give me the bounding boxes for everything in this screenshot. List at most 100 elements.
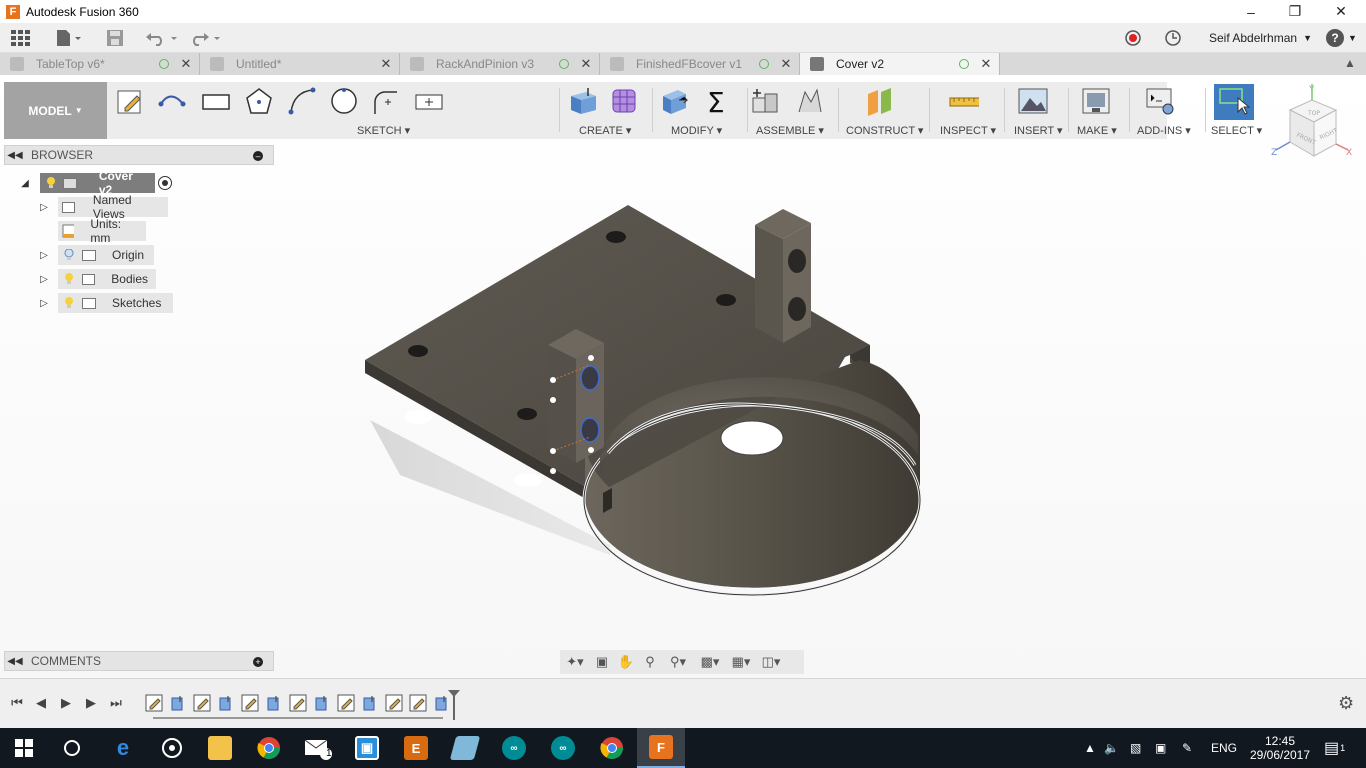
inspect-menu[interactable]: INSPECT ▾ bbox=[940, 124, 996, 137]
scripts-addins-icon[interactable] bbox=[1145, 86, 1175, 116]
visibility-bulb-off-icon[interactable] bbox=[64, 249, 74, 261]
timeline-extrude-icon[interactable] bbox=[169, 694, 187, 712]
look-at-icon[interactable]: ▣ bbox=[590, 652, 614, 672]
collapse-panel-icon[interactable]: ◀◀ bbox=[5, 150, 25, 161]
addins-menu[interactable]: ADD-INS ▾ bbox=[1137, 124, 1191, 137]
minimize-button[interactable]: – bbox=[1228, 0, 1274, 23]
expand-sketches-icon[interactable]: ▷ bbox=[38, 297, 50, 309]
step-forward-icon[interactable]: ▶ bbox=[82, 694, 100, 712]
close-window-button[interactable]: ✕ bbox=[1318, 0, 1364, 23]
pan-hand-icon[interactable]: ✋ bbox=[614, 652, 638, 672]
timeline-sketch-icon[interactable] bbox=[145, 694, 163, 712]
new-component-icon[interactable] bbox=[751, 86, 781, 116]
form-tool-icon[interactable] bbox=[610, 86, 640, 116]
expand-origin-icon[interactable]: ▷ bbox=[38, 249, 50, 261]
visibility-bulb-icon[interactable] bbox=[64, 297, 74, 309]
rectangle-tool-icon[interactable] bbox=[201, 86, 231, 116]
browser-item-bodies[interactable]: Bodies bbox=[58, 269, 156, 289]
restore-button[interactable]: ❐ bbox=[1272, 0, 1318, 23]
create-menu[interactable]: CREATE ▾ bbox=[579, 124, 631, 137]
action-center-icon[interactable]: ▤ 1 bbox=[1324, 728, 1345, 768]
timeline-sketch-icon[interactable] bbox=[385, 694, 403, 712]
display-settings-icon[interactable]: ▩▾ bbox=[694, 652, 726, 672]
expand-named-views-icon[interactable]: ▷ bbox=[38, 201, 50, 213]
network-icon[interactable]: ▣ bbox=[1155, 728, 1166, 768]
polygon-tool-icon[interactable] bbox=[244, 86, 274, 116]
timeline-sketch-icon[interactable] bbox=[337, 694, 355, 712]
edge-browser-icon[interactable]: e bbox=[99, 728, 147, 768]
browser-item-named-views[interactable]: Named Views bbox=[58, 193, 168, 221]
collapse-tabs-chevron-icon[interactable]: ▲ bbox=[1344, 56, 1356, 70]
construct-menu[interactable]: CONSTRUCT ▾ bbox=[846, 124, 923, 137]
modify-menu[interactable]: MODIFY ▾ bbox=[671, 124, 722, 137]
comments-header[interactable]: ◀◀ COMMENTS + bbox=[4, 651, 274, 671]
model-viewport[interactable] bbox=[0, 75, 1366, 678]
select-menu[interactable]: SELECT ▾ bbox=[1211, 124, 1262, 137]
record-icon[interactable] bbox=[1124, 27, 1142, 49]
browser-root-node[interactable]: Cover v2 bbox=[40, 169, 155, 197]
browser-item-origin[interactable]: Origin bbox=[58, 245, 154, 265]
expand-bodies-icon[interactable]: ▷ bbox=[38, 273, 50, 285]
power-icon[interactable]: ▧ bbox=[1130, 728, 1141, 768]
timeline-sketch-icon[interactable] bbox=[409, 694, 427, 712]
fillet-tool-icon[interactable] bbox=[371, 86, 401, 116]
close-tab-icon[interactable]: ✕ bbox=[379, 56, 393, 72]
unity-app-icon[interactable] bbox=[148, 728, 196, 768]
select-tool-button[interactable] bbox=[1214, 84, 1254, 120]
zoom-icon[interactable]: ⚲ bbox=[638, 652, 662, 672]
measure-icon[interactable] bbox=[949, 86, 979, 116]
close-tab-icon[interactable]: ✕ bbox=[979, 56, 993, 72]
add-comment-icon[interactable]: + bbox=[253, 657, 263, 667]
timeline-settings-gear-icon[interactable]: ⚙ bbox=[1338, 693, 1354, 714]
sketch-menu[interactable]: SKETCH ▾ bbox=[357, 124, 410, 137]
visibility-bulb-icon[interactable] bbox=[64, 273, 74, 285]
design-canvas[interactable] bbox=[0, 75, 1366, 678]
notes-app-icon[interactable] bbox=[441, 728, 489, 768]
timeline-extrude-icon[interactable] bbox=[217, 694, 235, 712]
timeline-sketch-icon[interactable] bbox=[193, 694, 211, 712]
expand-root-icon[interactable]: ◢ bbox=[19, 177, 31, 189]
chrome-icon[interactable] bbox=[245, 728, 293, 768]
file-menu-icon[interactable] bbox=[55, 27, 83, 49]
language-indicator[interactable]: ENG bbox=[1211, 728, 1237, 768]
grid-settings-icon[interactable]: ▦▾ bbox=[726, 652, 756, 672]
tab-finishedfbcover[interactable]: FinishedFBcover v1 ✕ bbox=[600, 53, 800, 75]
step-back-icon[interactable]: ◀ bbox=[32, 694, 50, 712]
undo-icon[interactable] bbox=[145, 27, 181, 49]
timeline-extrude-icon[interactable] bbox=[265, 694, 283, 712]
help-menu[interactable]: ? ▼ bbox=[1326, 27, 1357, 49]
rear-bracket-pillar[interactable] bbox=[755, 209, 811, 343]
redo-icon[interactable] bbox=[190, 27, 226, 49]
volume-icon[interactable]: 🔈 bbox=[1104, 728, 1119, 768]
chrome-icon-2[interactable] bbox=[588, 728, 636, 768]
close-tab-icon[interactable]: ✕ bbox=[179, 56, 193, 72]
tab-rackandpinion[interactable]: RackAndPinion v3 ✕ bbox=[400, 53, 600, 75]
insert-image-icon[interactable] bbox=[1018, 86, 1048, 116]
play-icon[interactable]: ▶ bbox=[57, 694, 75, 712]
browser-item-sketches[interactable]: Sketches bbox=[58, 293, 173, 313]
circle-tool-icon[interactable] bbox=[329, 86, 359, 116]
mail-icon[interactable]: 1 bbox=[294, 728, 342, 768]
arduino-icon[interactable]: ∞ bbox=[490, 728, 538, 768]
visibility-bulb-icon[interactable] bbox=[46, 177, 55, 189]
tab-cover[interactable]: Cover v2 ✕ bbox=[800, 53, 1000, 75]
browser-header[interactable]: ◀◀ BROWSER – bbox=[4, 145, 274, 165]
timeline-marker[interactable] bbox=[447, 689, 461, 721]
timeline-extrude-icon[interactable] bbox=[313, 694, 331, 712]
activate-component-icon[interactable] bbox=[158, 176, 172, 190]
3d-print-icon[interactable] bbox=[1081, 86, 1111, 116]
pen-ink-icon[interactable]: ✎ bbox=[1182, 728, 1192, 768]
offset-plane-icon[interactable] bbox=[865, 86, 895, 116]
assemble-menu[interactable]: ASSEMBLE ▾ bbox=[756, 124, 824, 137]
job-status-clock-icon[interactable] bbox=[1164, 27, 1182, 49]
browser-item-units[interactable]: Units: mm bbox=[58, 217, 146, 245]
viewports-icon[interactable]: ◫▾ bbox=[756, 652, 786, 672]
eagle-cad-icon[interactable]: E bbox=[392, 728, 440, 768]
orbit-icon[interactable]: ✦▾ bbox=[560, 652, 590, 672]
start-windows-icon[interactable] bbox=[0, 728, 48, 768]
save-icon[interactable] bbox=[106, 27, 124, 49]
workspace-switcher-button[interactable]: MODEL ▼ bbox=[4, 82, 107, 139]
collapse-comments-icon[interactable]: ◀◀ bbox=[5, 656, 25, 667]
tab-tabletop[interactable]: TableTop v6* ✕ bbox=[0, 53, 200, 75]
joint-icon[interactable] bbox=[795, 86, 825, 116]
